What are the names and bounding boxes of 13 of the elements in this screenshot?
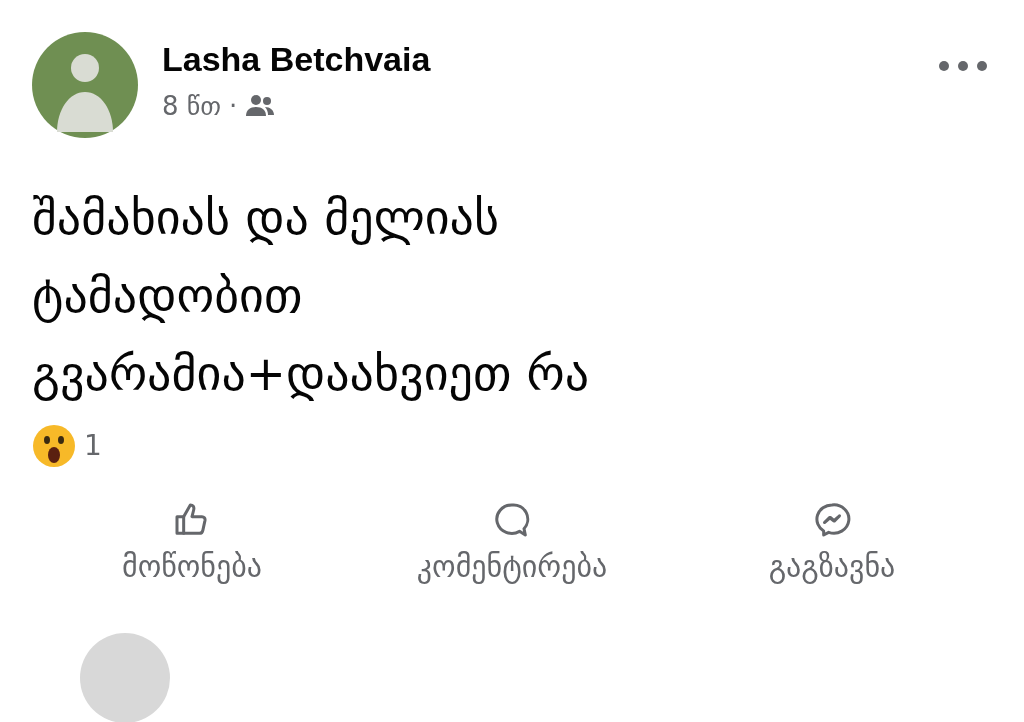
reaction-count[interactable]: 1 [84,425,102,467]
author-name[interactable]: Lasha Betchvaia [162,38,938,81]
send-button[interactable]: გაგზავნა [672,496,992,593]
separator-dot: · [229,89,238,123]
post-text: შამახიას და მელიას ტამადობით გვარამია+დაახვიეთ რა [32,188,591,403]
more-options-icon[interactable] [938,60,988,72]
avatar-icon[interactable] [32,32,138,138]
comment-icon [492,500,532,540]
comment-button[interactable]: კომენტირება [352,496,672,593]
post-time[interactable]: 8 წთ [162,86,222,126]
group-icon [245,94,276,118]
surprised-emoji-icon[interactable] [32,424,76,468]
like-button[interactable]: მოწონება [32,496,352,593]
